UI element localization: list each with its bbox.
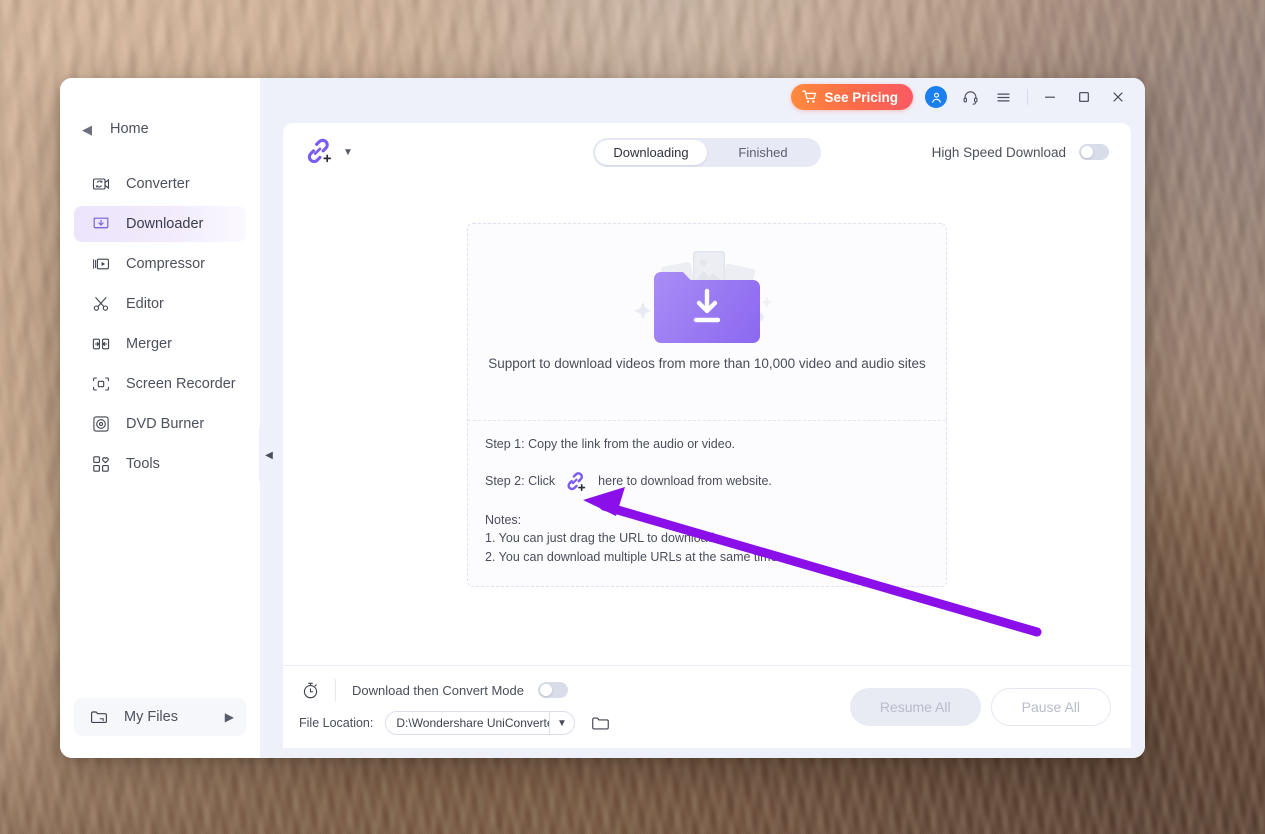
high-speed-download-label: High Speed Download	[931, 144, 1066, 160]
tab-downloading[interactable]: Downloading	[595, 139, 707, 165]
right-pane: ◀ See Pricing ▼ Downloading Finished Hig…	[259, 78, 1145, 758]
step-2-row: Step 2: Click here to download from webs…	[485, 471, 929, 493]
sidebar-item-downloader-label: Downloader	[126, 216, 204, 232]
scissors-icon	[92, 295, 110, 313]
sidebar-item-compressor[interactable]: Compressor	[74, 246, 246, 282]
sidebar-item-editor-label: Editor	[126, 296, 164, 312]
card-body: Support to download videos from more tha…	[283, 181, 1131, 748]
cart-icon	[802, 90, 817, 104]
download-then-convert-toggle[interactable]	[538, 682, 568, 698]
sidebar-item-dvd-burner[interactable]: DVD Burner	[74, 406, 246, 442]
empty-state-steps: Step 1: Copy the link from the audio or …	[468, 421, 946, 586]
hamburger-menu-icon[interactable]	[990, 84, 1016, 110]
sidebar-nav-list: Converter Downloader Compressor Editor M…	[60, 164, 260, 484]
empty-state-top: Support to download videos from more tha…	[468, 224, 946, 421]
file-location-label: File Location:	[299, 716, 374, 730]
high-speed-download-group: High Speed Download	[932, 144, 1109, 160]
see-pricing-button[interactable]: See Pricing	[791, 84, 913, 110]
bottom-bar-right: Resume All Pause All	[849, 688, 1111, 726]
sidebar-item-home[interactable]: ◀ Home	[60, 114, 260, 144]
sidebar-item-converter[interactable]: Converter	[74, 166, 246, 202]
pause-all-label: Pause All	[1021, 699, 1080, 715]
sidebar-item-compressor-label: Compressor	[126, 256, 205, 272]
download-then-convert-label: Download then Convert Mode	[352, 682, 524, 698]
chevron-down-icon: ▼	[343, 146, 353, 158]
note-line-2: 2. You can download multiple URLs at the…	[485, 549, 782, 564]
bottom-action-bar: Download then Convert Mode File Location…	[283, 665, 1131, 748]
resume-all-label: Resume All	[879, 699, 951, 715]
sidebar-item-screen-recorder-label: Screen Recorder	[126, 376, 236, 392]
step-2-prefix: Step 2: Click	[485, 473, 556, 488]
note-line-1: 1. You can just drag the URL to download…	[485, 531, 719, 546]
step-2-suffix: here to download from website.	[598, 473, 772, 488]
pause-all-button[interactable]: Pause All	[990, 688, 1111, 726]
sidebar: ◀ Home Converter Downloader Compressor E…	[60, 78, 260, 758]
chevron-left-icon: ◀	[265, 449, 273, 461]
dvd-burner-icon	[92, 415, 110, 433]
chevron-right-icon: ▶	[224, 710, 234, 724]
window-titlebar: See Pricing	[260, 78, 1145, 116]
downloader-content-card: ▼ Downloading Finished High Speed Downlo…	[283, 123, 1131, 748]
download-folder-illustration	[617, 242, 797, 350]
sidebar-item-merger[interactable]: Merger	[74, 326, 246, 362]
bottom-bar-left: Download then Convert Mode File Location…	[299, 678, 611, 736]
minimize-icon[interactable]	[1037, 84, 1063, 110]
notes-title: Notes:	[485, 512, 522, 527]
folder-icon	[90, 708, 108, 726]
see-pricing-label: See Pricing	[824, 89, 898, 105]
download-status-tabs: Downloading Finished	[593, 137, 821, 167]
toggle-knob	[1081, 146, 1093, 158]
sidebar-item-tools[interactable]: Tools	[74, 446, 246, 482]
sidebar-item-home-label: Home	[110, 121, 149, 137]
maximize-icon[interactable]	[1071, 84, 1097, 110]
file-location-select[interactable]: D:\Wondershare UniConverter 1 ▼	[385, 711, 576, 735]
screen-recorder-icon	[92, 375, 110, 393]
step-1-text: Step 1: Copy the link from the audio or …	[485, 437, 736, 451]
folder-open-icon[interactable]	[589, 712, 611, 734]
toggle-knob	[540, 684, 552, 696]
sidebar-item-downloader[interactable]: Downloader	[74, 206, 246, 242]
sidebar-item-tools-label: Tools	[126, 456, 160, 472]
step-1-row: Step 1: Copy the link from the audio or …	[485, 437, 929, 453]
application-window: ◀ Home Converter Downloader Compressor E…	[60, 78, 1145, 758]
sidebar-item-screen-recorder[interactable]: Screen Recorder	[74, 366, 246, 402]
add-link-icon[interactable]	[564, 471, 586, 493]
add-link-icon	[303, 137, 333, 167]
download-mode-row: Download then Convert Mode	[299, 678, 611, 702]
add-link-button[interactable]: ▼	[303, 137, 353, 167]
high-speed-download-toggle[interactable]	[1079, 144, 1109, 160]
user-avatar-icon[interactable]	[925, 86, 947, 108]
file-location-row: File Location: D:\Wondershare UniConvert…	[299, 710, 611, 736]
compressor-icon	[92, 255, 110, 273]
downloader-icon	[92, 215, 110, 233]
tab-downloading-label: Downloading	[613, 144, 689, 160]
merger-icon	[92, 335, 110, 353]
tab-finished[interactable]: Finished	[707, 140, 819, 165]
sidebar-item-my-files-label: My Files	[124, 709, 178, 725]
card-toolbar: ▼ Downloading Finished High Speed Downlo…	[283, 123, 1131, 181]
empty-state-panel: Support to download videos from more tha…	[467, 223, 947, 587]
titlebar-divider	[1027, 89, 1028, 105]
bottom-bar-divider	[335, 679, 336, 701]
sidebar-item-my-files[interactable]: My Files ▶	[74, 698, 246, 736]
chevron-left-icon: ◀	[82, 121, 92, 137]
chevron-down-icon[interactable]: ▼	[549, 718, 574, 729]
stopwatch-icon[interactable]	[299, 679, 321, 701]
tab-finished-label: Finished	[738, 144, 788, 160]
converter-icon	[92, 175, 110, 193]
sidebar-item-editor[interactable]: Editor	[74, 286, 246, 322]
sidebar-item-converter-label: Converter	[126, 176, 190, 192]
tools-grid-icon	[92, 455, 110, 473]
sidebar-item-dvd-burner-label: DVD Burner	[126, 416, 205, 432]
sidebar-item-merger-label: Merger	[126, 336, 172, 352]
resume-all-button[interactable]: Resume All	[849, 688, 981, 726]
close-icon[interactable]	[1105, 84, 1131, 110]
sidebar-collapse-handle[interactable]: ◀	[259, 428, 279, 482]
headset-support-icon[interactable]	[957, 84, 983, 110]
file-location-value: D:\Wondershare UniConverter 1	[396, 716, 548, 730]
empty-state-caption: Support to download videos from more tha…	[488, 356, 926, 371]
